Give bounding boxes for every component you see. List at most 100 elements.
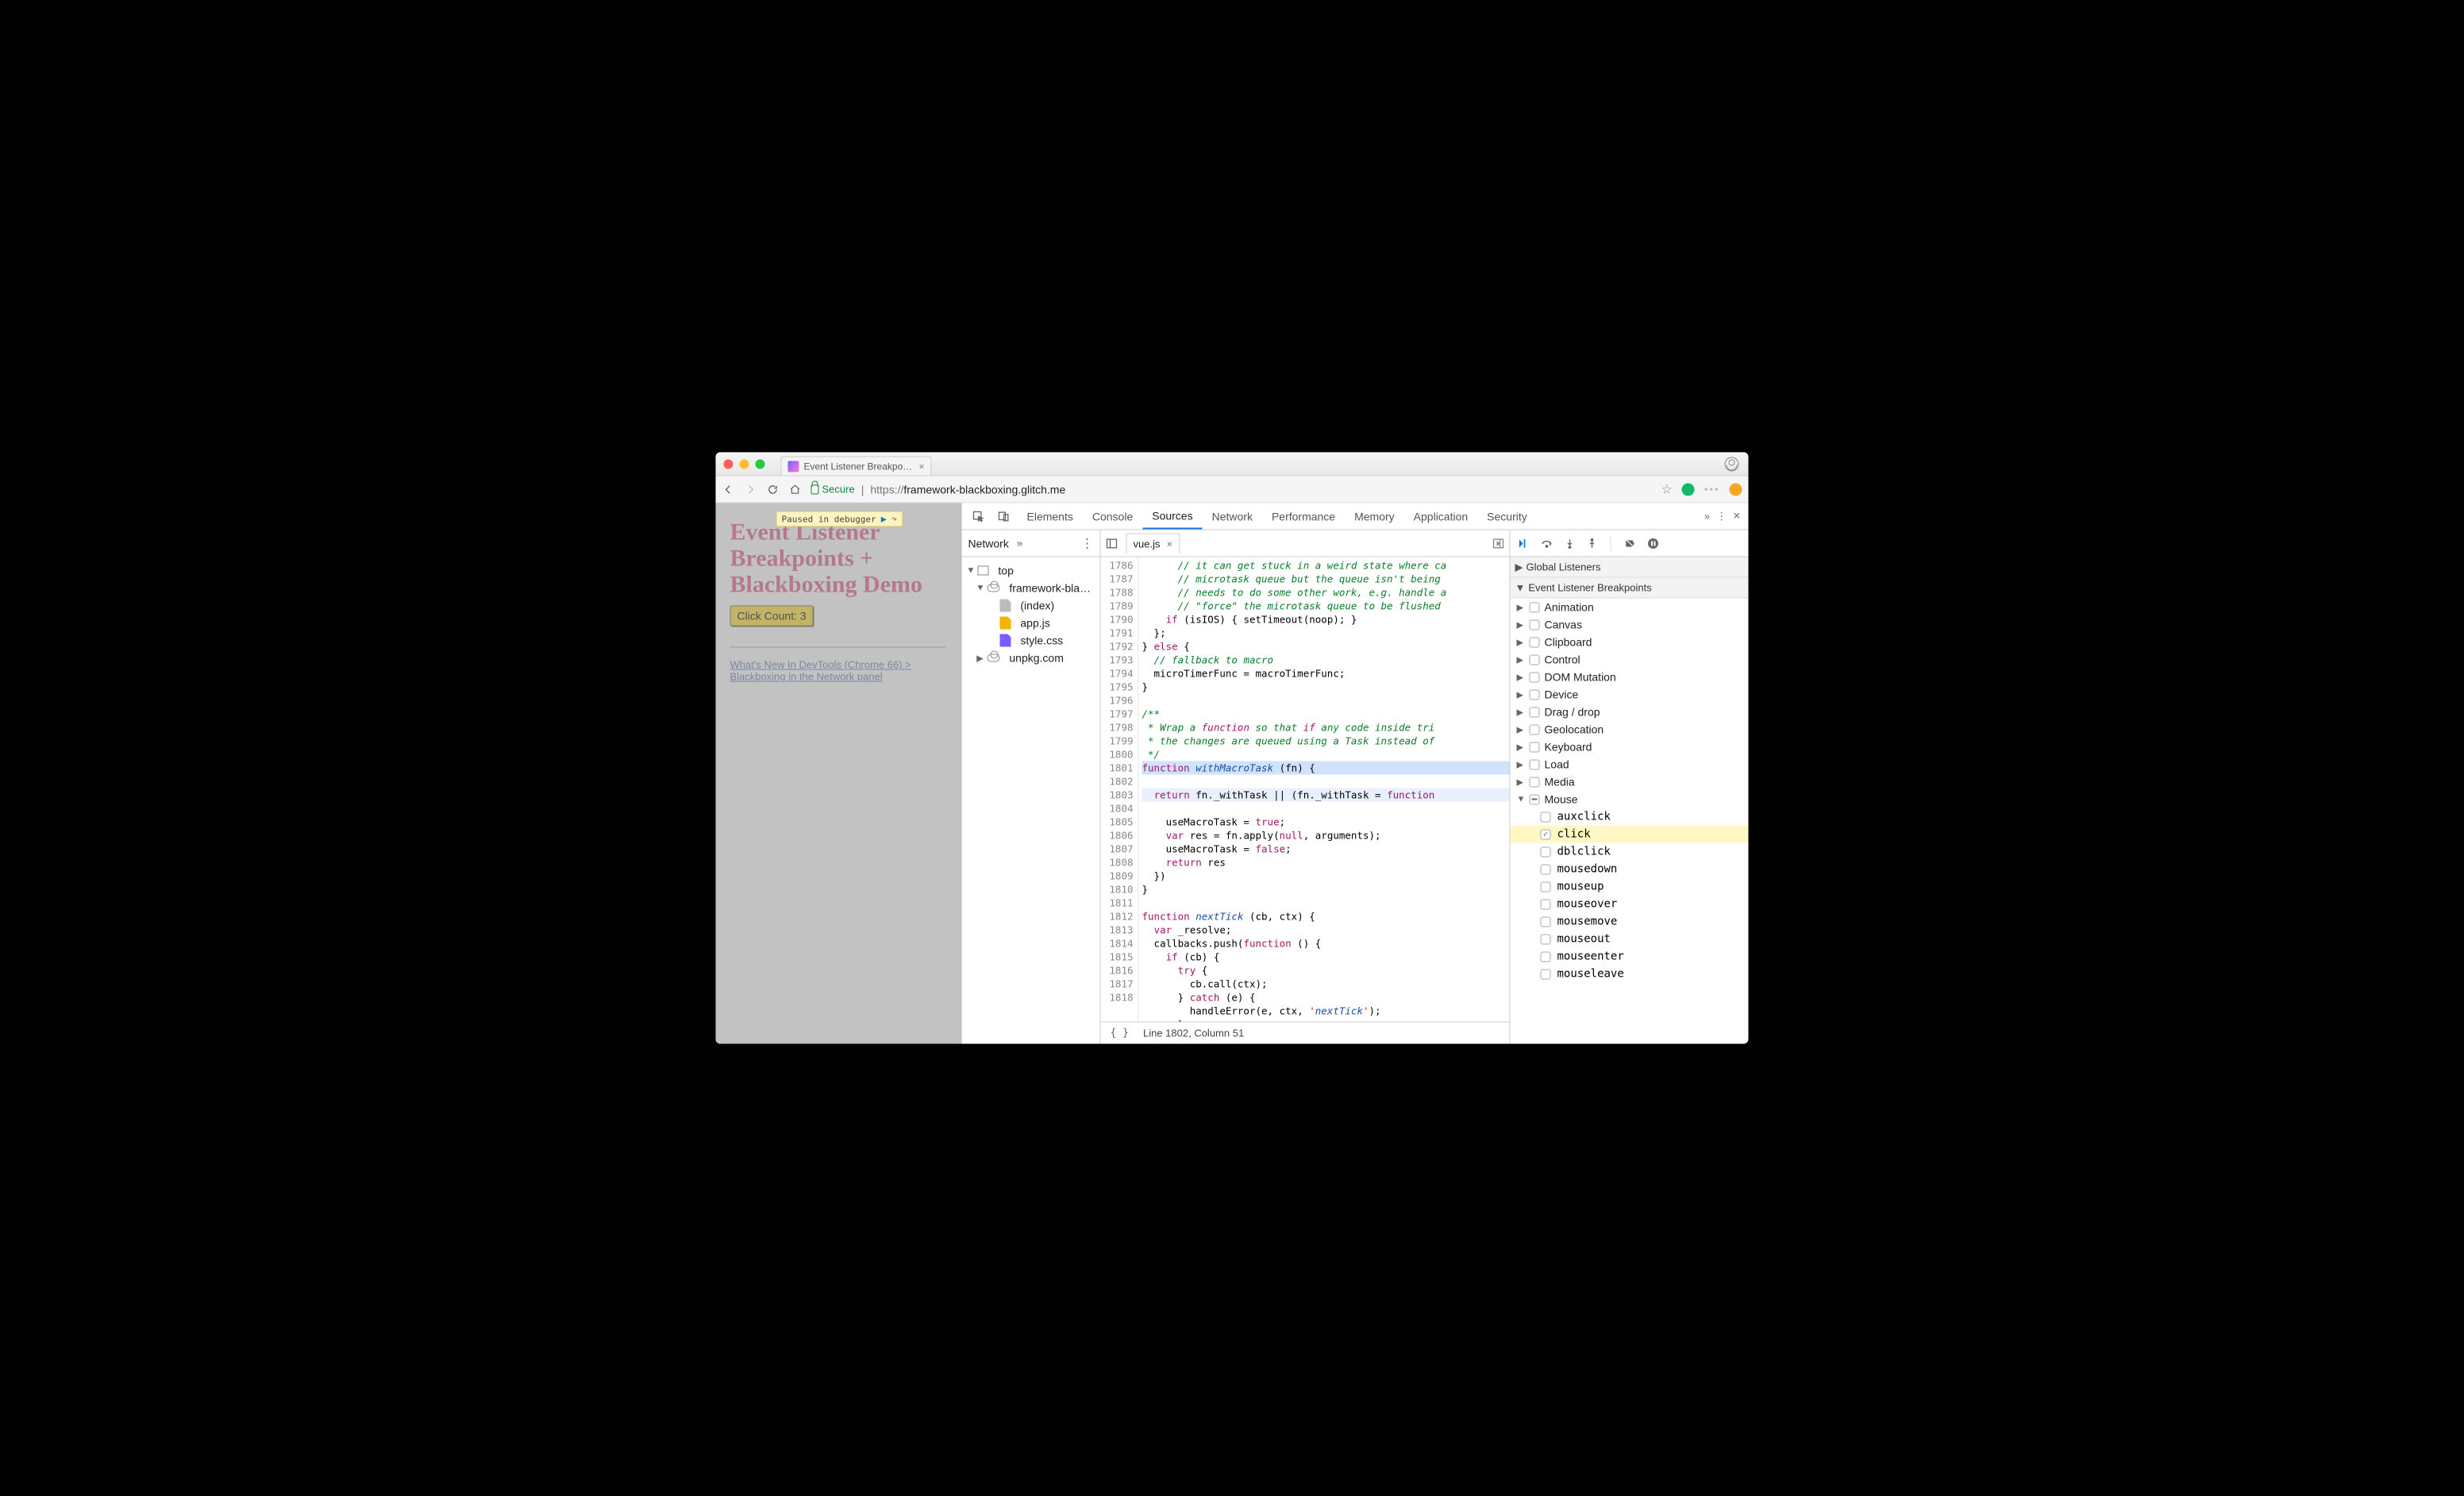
code-area[interactable]: // it can get stuck in a weird state whe… [1139, 557, 1510, 1022]
resume-button[interactable] [1517, 538, 1530, 549]
checkbox-icon[interactable] [1530, 724, 1540, 735]
evt-item-click[interactable]: click [1511, 826, 1749, 843]
close-tab-icon[interactable]: × [918, 461, 924, 472]
checkbox-icon[interactable] [1541, 951, 1551, 962]
evt-category[interactable]: ▶Canvas [1511, 616, 1749, 634]
checkbox-icon[interactable] [1541, 916, 1551, 927]
bookmark-star-icon[interactable]: ☆ [1661, 481, 1673, 497]
secure-indicator[interactable]: Secure [811, 484, 855, 495]
checkbox-icon[interactable] [1530, 637, 1540, 647]
editor-tab-vuejs[interactable]: vue.js × [1126, 533, 1180, 553]
extension-more-icon[interactable]: ••• [1704, 484, 1720, 495]
evt-category[interactable]: ▶Drag / drop [1511, 704, 1749, 721]
checkbox-icon[interactable] [1541, 881, 1551, 892]
tree-origin[interactable]: ▶ unpkg.com [965, 650, 1097, 667]
line-gutter[interactable]: 1786178717881789179017911792179317941795… [1101, 557, 1139, 1022]
devtools-tab-security[interactable]: Security [1477, 503, 1537, 530]
step-out-button[interactable] [1587, 538, 1598, 549]
evt-item-mousedown[interactable]: mousedown [1511, 861, 1749, 878]
evt-item-dblclick[interactable]: dblclick [1511, 843, 1749, 861]
checkbox-icon[interactable] [1530, 689, 1540, 700]
evt-category[interactable]: ▶Geolocation [1511, 721, 1749, 738]
cloud-icon [988, 584, 1000, 592]
maximize-window-button[interactable] [756, 459, 765, 468]
inspect-element-icon[interactable] [967, 503, 991, 530]
tree-file[interactable]: app.js [965, 615, 1097, 632]
step-into-button[interactable] [1565, 538, 1576, 549]
checkbox-icon[interactable] [1530, 602, 1540, 612]
checkbox-icon[interactable] [1541, 899, 1551, 909]
evt-item-mouseover[interactable]: mouseover [1511, 896, 1749, 913]
evt-category[interactable]: ▶Device [1511, 686, 1749, 704]
tree-file[interactable]: style.css [965, 632, 1097, 650]
checkbox-icon[interactable] [1530, 672, 1540, 682]
checkbox-icon[interactable] [1541, 969, 1551, 979]
pause-on-exceptions-button[interactable] [1648, 538, 1659, 549]
checkbox-icon[interactable] [1541, 934, 1551, 944]
evt-category[interactable]: ▶Control [1511, 651, 1749, 669]
toggle-navigator-icon[interactable] [1106, 537, 1118, 549]
checkbox-icon[interactable] [1541, 864, 1551, 874]
evt-category[interactable]: ▶Media [1511, 773, 1749, 791]
tree-frame-top[interactable]: ▼ top [965, 562, 1097, 580]
close-editor-tab-icon[interactable]: × [1166, 538, 1172, 549]
device-toolbar-icon[interactable] [992, 503, 1016, 530]
checkbox-icon[interactable] [1530, 777, 1540, 787]
extension-icon[interactable] [1730, 483, 1742, 495]
devtools-tab-console[interactable]: Console [1083, 503, 1142, 530]
back-button[interactable] [722, 483, 735, 495]
checkbox-icon[interactable] [1530, 759, 1540, 769]
checkbox-icon[interactable] [1541, 829, 1551, 839]
checkbox-icon[interactable] [1530, 742, 1540, 752]
tree-origin[interactable]: ▼ framework-bla… [965, 580, 1097, 597]
reload-button[interactable] [767, 483, 780, 495]
evt-category[interactable]: ▶Clipboard [1511, 634, 1749, 651]
checkbox-icon[interactable] [1541, 846, 1551, 857]
evt-category[interactable]: ▶DOM Mutation [1511, 669, 1749, 686]
devtools-tab-sources[interactable]: Sources [1142, 503, 1202, 530]
close-devtools-icon[interactable]: × [1733, 509, 1740, 523]
tree-file[interactable]: (index) [965, 597, 1097, 615]
devtools-tab-network[interactable]: Network [1203, 503, 1262, 530]
evt-item-mouseout[interactable]: mouseout [1511, 931, 1749, 948]
toggle-debugger-icon[interactable] [1492, 537, 1505, 549]
checkbox-icon[interactable] [1541, 812, 1551, 822]
home-button[interactable] [789, 483, 802, 495]
devtools-tab-application[interactable]: Application [1404, 503, 1478, 530]
omnibox[interactable]: Secure | https://framework-blackboxing.g… [811, 483, 1652, 495]
evt-category[interactable]: ▶Keyboard [1511, 738, 1749, 756]
devtools-tab-elements[interactable]: Elements [1018, 503, 1083, 530]
step-over-icon[interactable]: ↷ [891, 514, 897, 525]
evt-item-mousemove[interactable]: mousemove [1511, 913, 1749, 931]
deactivate-breakpoints-button[interactable] [1624, 538, 1637, 549]
evt-item-mouseleave[interactable]: mouseleave [1511, 966, 1749, 983]
checkbox-mixed-icon[interactable] [1530, 794, 1540, 804]
devtools-menu-icon[interactable]: ⋮ [1716, 510, 1727, 522]
devtools-tab-memory[interactable]: Memory [1345, 503, 1404, 530]
navigator-tab-network[interactable]: Network [968, 537, 1009, 549]
pretty-print-icon[interactable]: { } [1111, 1028, 1129, 1039]
evt-category[interactable]: ▶Animation [1511, 599, 1749, 616]
checkbox-icon[interactable] [1530, 707, 1540, 717]
paused-in-debugger-badge: Paused in debugger ▶ ↷ [776, 511, 903, 527]
resume-icon[interactable]: ▶ [881, 514, 887, 525]
evt-item-mouseup[interactable]: mouseup [1511, 878, 1749, 896]
section-event-listener-breakpoints[interactable]: ▼Event Listener Breakpoints [1511, 578, 1749, 599]
evt-category[interactable]: ▶Load [1511, 756, 1749, 773]
extension-icon[interactable] [1682, 483, 1695, 495]
navigator-menu-icon[interactable]: ⋮ [1081, 535, 1094, 551]
browser-tab[interactable]: Event Listener Breakpoints + B… × [781, 457, 932, 476]
more-navigator-tabs-icon[interactable]: » [1017, 538, 1022, 549]
devtools-tab-performance[interactable]: Performance [1262, 503, 1345, 530]
evt-category-mouse[interactable]: ▼Mouse [1511, 791, 1749, 808]
more-tabs-icon[interactable]: » [1704, 511, 1710, 522]
minimize-window-button[interactable] [740, 459, 749, 468]
checkbox-icon[interactable] [1530, 654, 1540, 665]
evt-item-mouseenter[interactable]: mouseenter [1511, 948, 1749, 966]
evt-item-auxclick[interactable]: auxclick [1511, 808, 1749, 826]
checkbox-icon[interactable] [1530, 619, 1540, 630]
close-window-button[interactable] [724, 459, 733, 468]
step-over-button[interactable] [1541, 538, 1553, 549]
profile-avatar-icon[interactable] [1725, 457, 1739, 472]
section-global-listeners[interactable]: ▶Global Listeners [1511, 557, 1749, 578]
